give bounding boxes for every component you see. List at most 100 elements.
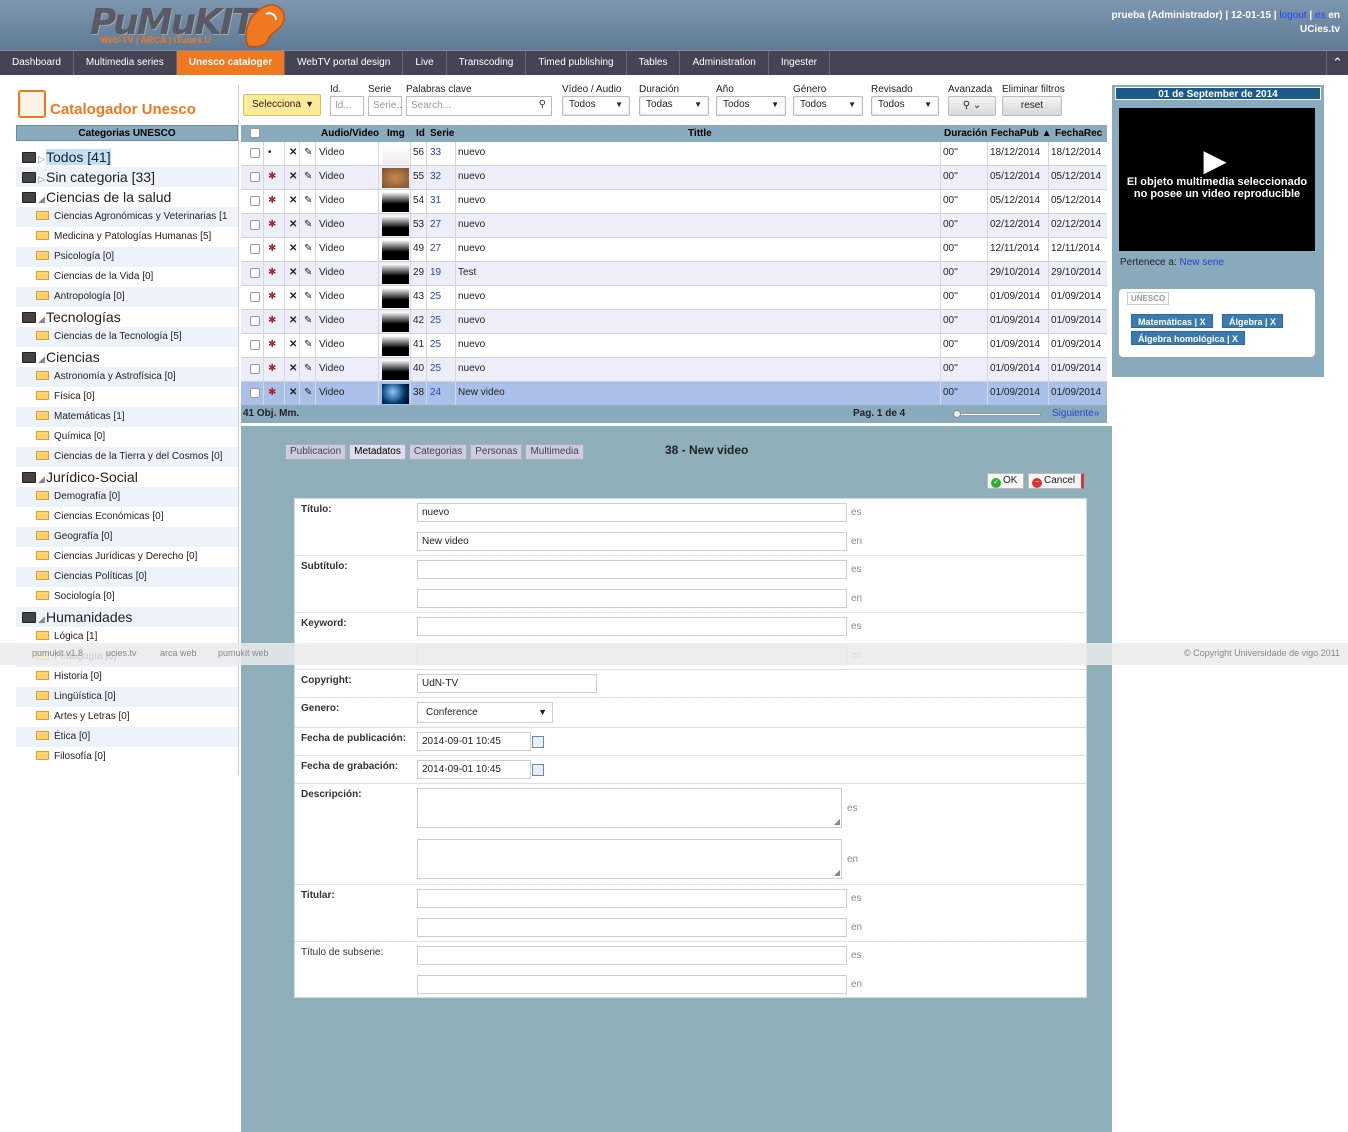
- tree-label[interactable]: Ciencias Agronómicas y Veterinarias [1: [54, 211, 227, 222]
- tree-label[interactable]: Matemáticas [1]: [54, 411, 125, 422]
- broadcast-icon[interactable]: ✱: [268, 291, 276, 302]
- row-checkbox[interactable]: [250, 148, 260, 158]
- edit-icon[interactable]: ✎: [304, 363, 312, 374]
- row-checkbox[interactable]: [250, 172, 260, 182]
- tree-label[interactable]: Ciencias: [46, 349, 100, 365]
- delete-icon[interactable]: ✕: [289, 267, 297, 278]
- tree-label[interactable]: Astronomía y Astrofísica [0]: [54, 371, 176, 382]
- subtitulo-en-input[interactable]: [417, 589, 847, 608]
- tree-subcategory[interactable]: Lingüística [0]: [16, 687, 238, 707]
- expanded-arrow-icon[interactable]: ◢: [38, 609, 46, 627]
- play-icon[interactable]: ▶: [1204, 144, 1226, 177]
- logout-link[interactable]: logout: [1279, 10, 1306, 21]
- tree-label[interactable]: Ciencias de la Vida [0]: [54, 271, 153, 282]
- chip-remove-icon[interactable]: X: [1270, 317, 1276, 327]
- col-fecharec[interactable]: FechaRec: [1055, 128, 1102, 139]
- tree-label[interactable]: Tecnologías: [46, 309, 121, 325]
- cell-serie-link[interactable]: 32: [430, 171, 441, 182]
- delete-icon[interactable]: ✕: [289, 315, 297, 326]
- tree-category[interactable]: ▷Sin categoria [33]: [16, 167, 238, 187]
- delete-icon[interactable]: ✕: [289, 339, 297, 350]
- tree-label[interactable]: Lingüística [0]: [54, 691, 116, 702]
- edit-icon[interactable]: ✎: [304, 219, 312, 230]
- delete-icon[interactable]: ✕: [289, 363, 297, 374]
- nav-tables[interactable]: Tables: [627, 51, 681, 75]
- row-checkbox[interactable]: [250, 316, 260, 326]
- tree-subcategory[interactable]: Geografía [0]: [16, 527, 238, 547]
- broadcast-icon[interactable]: ✱: [268, 339, 276, 350]
- broadcast-icon[interactable]: ✱: [268, 315, 276, 326]
- broadcast-icon[interactable]: ✱: [268, 363, 276, 374]
- page-slider[interactable]: [953, 413, 1041, 416]
- serie-input[interactable]: Serie..: [368, 96, 402, 116]
- tree-subcategory[interactable]: Astronomía y Astrofísica [0]: [16, 367, 238, 387]
- delete-icon[interactable]: ✕: [289, 171, 297, 182]
- video-audio-select[interactable]: Todos ▼: [562, 96, 630, 116]
- tree-label[interactable]: Historia [0]: [54, 671, 102, 682]
- genero-select[interactable]: Todos ▼: [793, 96, 863, 116]
- col-audio-video[interactable]: Audio/Video: [321, 128, 379, 139]
- delete-icon[interactable]: ✕: [289, 219, 297, 230]
- titular-es-input[interactable]: [417, 889, 847, 908]
- collapse-up-icon[interactable]: ⌃: [1326, 51, 1348, 75]
- broadcast-icon[interactable]: ✱: [268, 171, 276, 182]
- titular-en-input[interactable]: [417, 918, 847, 937]
- tree-subcategory[interactable]: Psicología [0]: [16, 247, 238, 267]
- tab-publicacion[interactable]: Publicacion: [285, 444, 347, 460]
- cell-serie-link[interactable]: 25: [430, 339, 441, 350]
- duracion-select[interactable]: Todas ▼: [639, 96, 709, 116]
- table-row[interactable]: ✱ ✕ ✎ Video 53 27 nuevo 00'' 02/12/2014 02/12/201…: [241, 214, 1107, 238]
- col-img[interactable]: Img: [387, 128, 405, 139]
- expanded-arrow-icon[interactable]: ◢: [38, 189, 46, 207]
- cell-serie-link[interactable]: 24: [430, 387, 441, 398]
- cancel-button[interactable]: − Cancel: [1028, 473, 1084, 489]
- subserie-en-input[interactable]: [417, 975, 847, 994]
- published-dot-icon[interactable]: •: [268, 147, 272, 158]
- selecciona-dropdown[interactable]: Selecciona ▼: [243, 94, 321, 116]
- tree-label[interactable]: Todos [41]: [46, 149, 111, 165]
- row-checkbox[interactable]: [250, 244, 260, 254]
- edit-icon[interactable]: ✎: [304, 387, 312, 398]
- delete-icon[interactable]: ✕: [289, 243, 297, 254]
- cell-serie-link[interactable]: 31: [430, 195, 441, 206]
- broadcast-icon[interactable]: ✱: [268, 195, 276, 206]
- table-row[interactable]: ✱ ✕ ✎ Video 41 25 nuevo 00'' 01/09/2014 01/09/201…: [241, 334, 1107, 358]
- tree-label[interactable]: Filosofía [0]: [54, 751, 106, 762]
- cell-serie-link[interactable]: 19: [430, 267, 441, 278]
- id-input[interactable]: Id...: [330, 96, 364, 116]
- delete-icon[interactable]: ✕: [289, 291, 297, 302]
- copyright-input[interactable]: UdN-TV: [417, 674, 597, 693]
- anio-select[interactable]: Todos ▼: [716, 96, 786, 116]
- row-checkbox[interactable]: [250, 388, 260, 398]
- tree-subcategory[interactable]: Antropología [0]: [16, 287, 238, 307]
- resize-grip-icon[interactable]: ◢: [834, 868, 840, 877]
- broadcast-icon[interactable]: ✱: [268, 267, 276, 278]
- genero-select[interactable]: Conference ▼: [417, 702, 553, 723]
- collapsed-arrow-icon[interactable]: ▷: [38, 169, 46, 187]
- row-checkbox[interactable]: [250, 292, 260, 302]
- tree-subcategory[interactable]: Matemáticas [1]: [16, 407, 238, 427]
- tree-subcategory[interactable]: Medicina y Patologías Humanas [5]: [16, 227, 238, 247]
- nav-timed-publishing[interactable]: Timed publishing: [526, 51, 627, 75]
- tree-label[interactable]: Jurídico-Social: [46, 469, 138, 485]
- nav-administration[interactable]: Administration: [680, 51, 769, 75]
- table-row[interactable]: ✱ ✕ ✎ Video 54 31 nuevo 00'' 05/12/2014 05/12/201…: [241, 190, 1107, 214]
- chip-remove-icon[interactable]: X: [1200, 317, 1206, 327]
- tree-subcategory[interactable]: Ética [0]: [16, 727, 238, 747]
- tree-label[interactable]: Demografía [0]: [54, 491, 120, 502]
- nav-transcoding[interactable]: Transcoding: [447, 51, 527, 75]
- cell-serie-link[interactable]: 33: [430, 147, 441, 158]
- tree-label[interactable]: Sociología [0]: [54, 591, 115, 602]
- lang-es-link[interactable]: es: [1315, 10, 1326, 21]
- subtitulo-es-input[interactable]: [417, 560, 847, 579]
- series-link[interactable]: New serie: [1180, 257, 1224, 268]
- select-all-checkbox[interactable]: [250, 128, 260, 138]
- collapsed-arrow-icon[interactable]: ▷: [38, 149, 46, 167]
- cell-serie-link[interactable]: 27: [430, 243, 441, 254]
- nav-live[interactable]: Live: [403, 51, 447, 75]
- row-checkbox[interactable]: [250, 364, 260, 374]
- nav-dashboard[interactable]: Dashboard: [0, 51, 74, 75]
- edit-icon[interactable]: ✎: [304, 171, 312, 182]
- table-row[interactable]: ✱ ✕ ✎ Video 42 25 nuevo 00'' 01/09/2014 01/09/201…: [241, 310, 1107, 334]
- table-row[interactable]: ✱ ✕ ✎ Video 55 32 nuevo 00'' 05/12/2014 05/12/201…: [241, 166, 1107, 190]
